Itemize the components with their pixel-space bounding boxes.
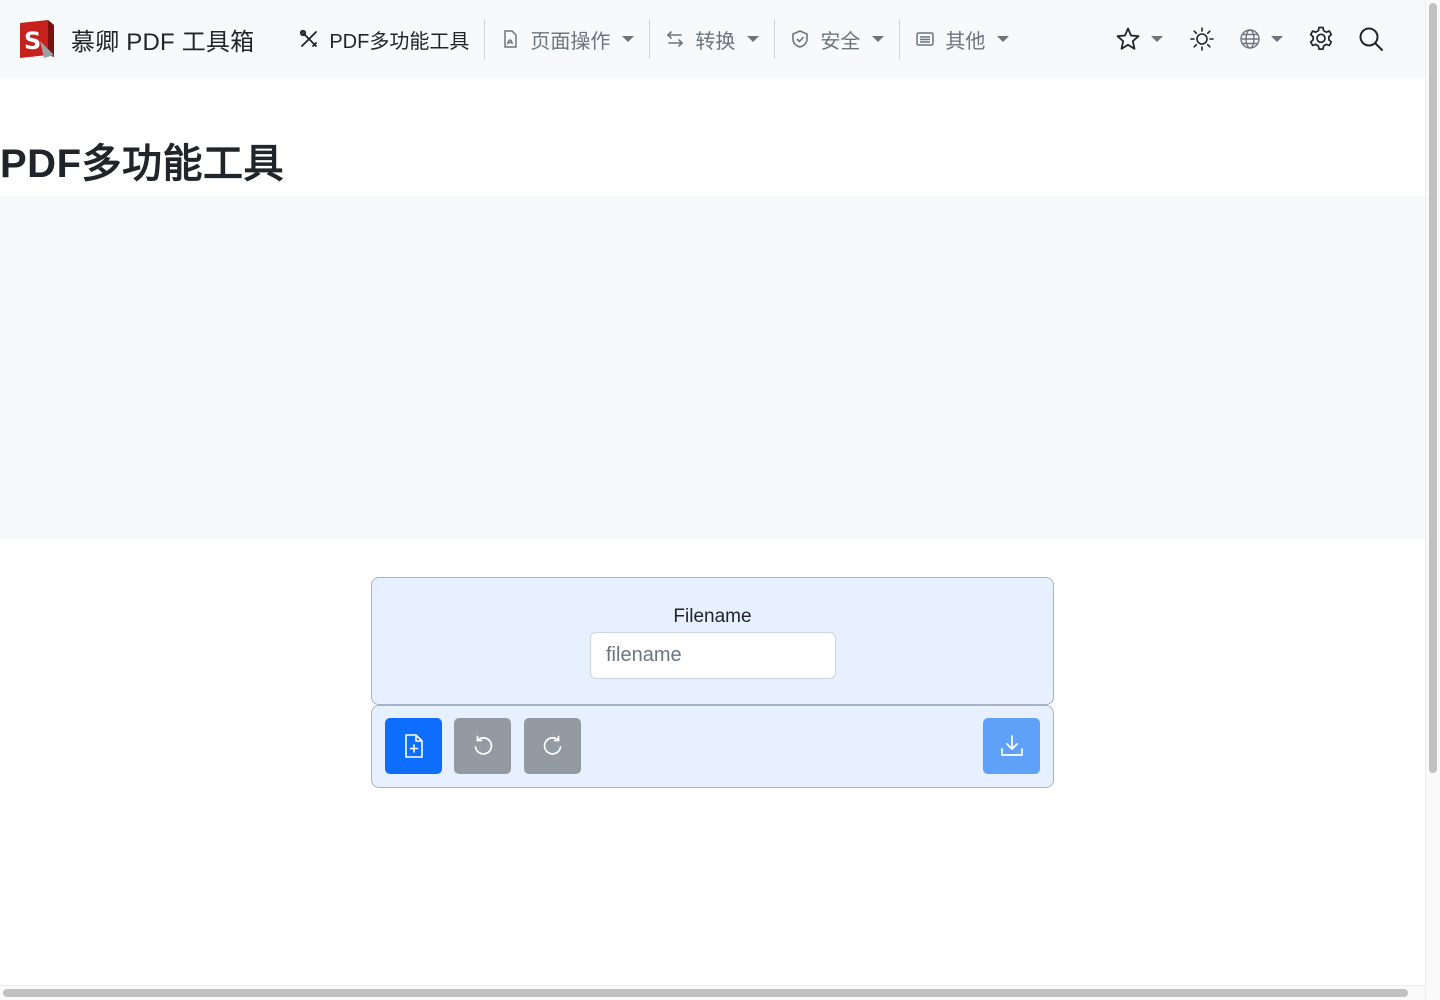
star-icon bbox=[1116, 27, 1140, 50]
settings-button[interactable] bbox=[1299, 19, 1343, 59]
language-dropdown[interactable] bbox=[1231, 19, 1291, 59]
add-file-button[interactable] bbox=[385, 718, 442, 774]
chevron-down-icon bbox=[872, 36, 885, 42]
sun-icon bbox=[1190, 27, 1214, 51]
gear-icon bbox=[1309, 26, 1333, 50]
nav-item-security[interactable]: 安全 bbox=[775, 19, 899, 59]
filename-input[interactable] bbox=[590, 632, 836, 679]
favorites-dropdown[interactable] bbox=[1107, 19, 1171, 59]
download-button[interactable] bbox=[983, 718, 1040, 774]
app-logo-icon: S bbox=[20, 20, 54, 58]
filename-label: Filename bbox=[673, 606, 752, 627]
arrows-exchange-icon bbox=[665, 29, 685, 49]
vertical-scrollbar-thumb[interactable] bbox=[1429, 3, 1437, 773]
filename-card: Filename bbox=[371, 577, 1054, 705]
nav-item-label: 页面操作 bbox=[530, 30, 611, 53]
file-pdf-icon bbox=[500, 29, 520, 49]
shield-check-icon bbox=[790, 29, 810, 49]
nav-item-label: 其他 bbox=[945, 30, 986, 53]
add-file-icon bbox=[404, 734, 423, 758]
download-icon bbox=[1000, 735, 1023, 756]
action-bar bbox=[371, 705, 1054, 788]
horizontal-scrollbar-thumb[interactable] bbox=[3, 989, 1408, 997]
rotate-right-button[interactable] bbox=[524, 718, 581, 774]
search-button[interactable] bbox=[1349, 19, 1393, 59]
chevron-down-icon bbox=[997, 36, 1010, 42]
brand-name: 慕卿 PDF 工具箱 bbox=[71, 28, 255, 56]
rotate-left-icon bbox=[474, 735, 492, 755]
rotate-right-icon bbox=[543, 735, 561, 755]
tools-icon bbox=[299, 29, 319, 49]
card-list-icon bbox=[915, 29, 935, 49]
brand[interactable]: S 慕卿 PDF 工具箱 bbox=[18, 19, 254, 59]
search-icon bbox=[1359, 27, 1383, 51]
theme-toggle[interactable] bbox=[1181, 19, 1223, 59]
chevron-down-icon bbox=[622, 36, 635, 42]
pdf-preview-area[interactable] bbox=[0, 196, 1425, 539]
nav-item-other[interactable]: 其他 bbox=[900, 19, 1024, 59]
rotate-left-button[interactable] bbox=[454, 718, 511, 774]
nav-right-tools bbox=[1107, 0, 1393, 78]
svg-text:S: S bbox=[24, 27, 41, 55]
nav-item-label: 转换 bbox=[695, 30, 736, 53]
nav-item-label: PDF多功能工具 bbox=[329, 30, 470, 53]
top-navbar: S 慕卿 PDF 工具箱 PDF多功能工具 页面操作 转换 安全 其他 bbox=[0, 0, 1425, 78]
chevron-down-icon bbox=[1271, 36, 1283, 42]
page-title: PDF多功能工具 bbox=[0, 142, 284, 186]
nav-item-multitool[interactable]: PDF多功能工具 bbox=[284, 19, 484, 59]
nav-item-label: 安全 bbox=[820, 30, 861, 53]
globe-icon bbox=[1240, 29, 1260, 49]
nav-menu: PDF多功能工具 页面操作 转换 安全 其他 bbox=[284, 0, 1024, 78]
chevron-down-icon bbox=[747, 36, 760, 42]
nav-item-convert[interactable]: 转换 bbox=[650, 19, 774, 59]
chevron-down-icon bbox=[1151, 36, 1163, 42]
app-viewport: S 慕卿 PDF 工具箱 PDF多功能工具 页面操作 转换 安全 其他 PDF多… bbox=[0, 0, 1440, 1000]
nav-item-page-ops[interactable]: 页面操作 bbox=[485, 19, 649, 59]
